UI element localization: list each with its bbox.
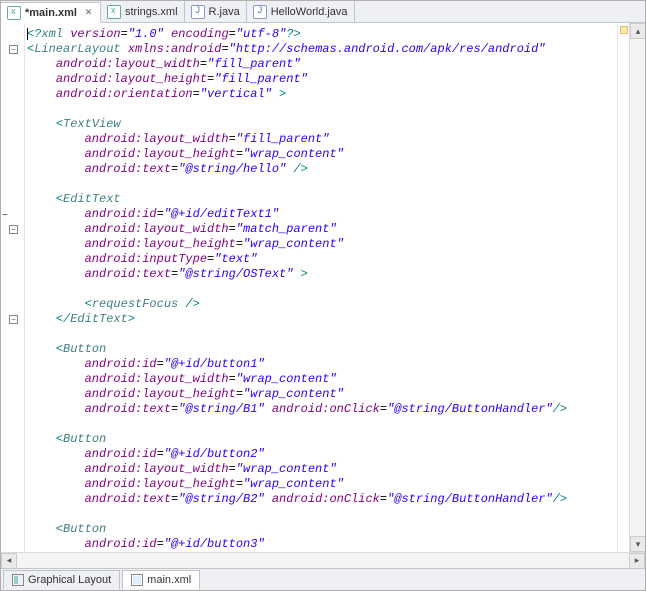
tab-strings-xml[interactable]: strings.xml <box>101 1 185 22</box>
close-icon[interactable]: ✕ <box>83 7 94 18</box>
editor-tab-bar: *main.xml ✕ strings.xml R.java HelloWorl… <box>1 1 645 23</box>
fold-toggle-icon[interactable]: − <box>9 315 18 324</box>
editor-bottom-tabs: Graphical Layout main.xml <box>1 568 645 590</box>
editor-area: − − − − <?xml version="1.0" encoding="ut… <box>1 23 645 552</box>
scroll-up-icon[interactable]: ▴ <box>630 23 645 39</box>
tab-helloworld-java[interactable]: HelloWorld.java <box>247 1 355 22</box>
file-icon <box>131 574 143 586</box>
collapse-marker[interactable]: − <box>2 210 12 217</box>
bottom-tab-label: main.xml <box>147 574 191 586</box>
tab-r-java[interactable]: R.java <box>185 1 247 22</box>
code-editor[interactable]: <?xml version="1.0" encoding="utf-8"?> <… <box>25 23 617 552</box>
tab-label: *main.xml <box>25 7 77 19</box>
java-file-icon <box>253 5 267 19</box>
xml-file-icon <box>7 6 21 20</box>
tab-graphical-layout[interactable]: Graphical Layout <box>3 570 120 589</box>
overview-marker[interactable] <box>620 26 628 34</box>
vertical-scrollbar[interactable]: ▴ ▾ <box>629 23 645 552</box>
fold-toggle-icon[interactable]: − <box>9 225 18 234</box>
bottom-tab-label: Graphical Layout <box>28 574 111 586</box>
scroll-left-icon[interactable]: ◂ <box>1 553 17 569</box>
java-file-icon <box>191 5 205 19</box>
scroll-right-icon[interactable]: ▸ <box>629 553 645 569</box>
fold-toggle-icon[interactable]: − <box>9 45 18 54</box>
tab-source-main-xml[interactable]: main.xml <box>122 570 200 589</box>
gutter[interactable]: − − − − <box>1 23 25 552</box>
horizontal-scrollbar[interactable]: ◂ ▸ <box>1 552 645 568</box>
scroll-down-icon[interactable]: ▾ <box>630 536 645 552</box>
layout-icon <box>12 574 24 586</box>
tab-label: strings.xml <box>125 6 178 18</box>
overview-ruler[interactable] <box>617 23 629 552</box>
editor-window: *main.xml ✕ strings.xml R.java HelloWorl… <box>0 0 646 591</box>
tab-label: R.java <box>209 6 240 18</box>
tab-label: HelloWorld.java <box>271 6 348 18</box>
xml-file-icon <box>107 5 121 19</box>
tab-main-xml[interactable]: *main.xml ✕ <box>1 2 101 23</box>
